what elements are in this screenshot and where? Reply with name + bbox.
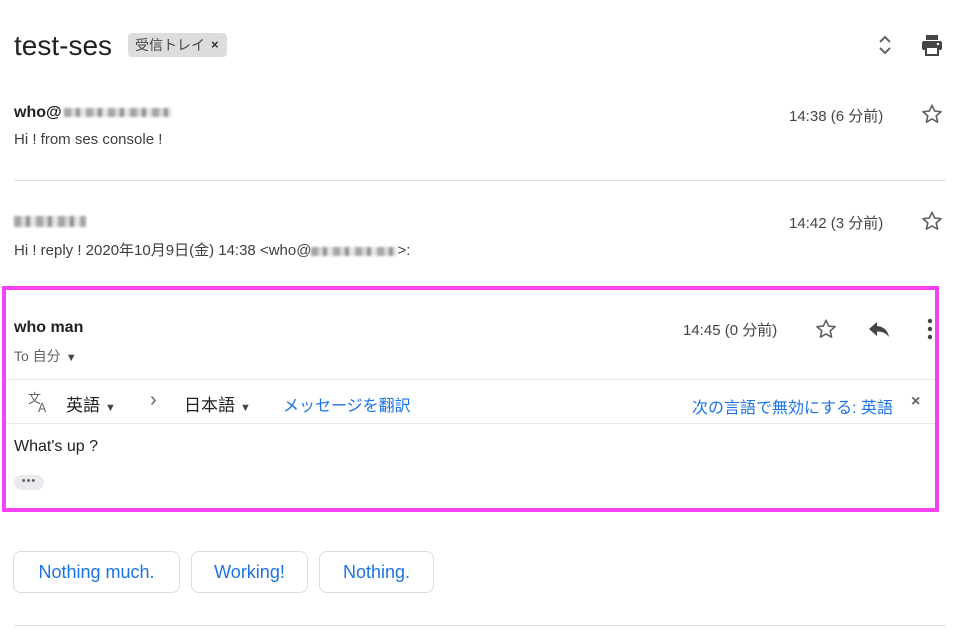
print-icon[interactable]	[918, 33, 946, 57]
redacted-email	[311, 246, 398, 256]
star-icon[interactable]	[918, 101, 946, 127]
message-snippet[interactable]: Hi ! reply ! 2020年10月9日(金) 14:38 <who@ >:	[14, 239, 410, 260]
smart-reply-nothing[interactable]: Nothing.	[319, 551, 434, 593]
snippet-text: Hi ! reply ! 2020年10月9日(金) 14:38 <who@	[14, 242, 312, 259]
message-time: 14:38 (6 分前)	[789, 108, 884, 125]
label-text: 受信トレイ	[135, 37, 205, 53]
highlight-border	[2, 286, 939, 512]
message-time: 14:42 (3 分前)	[789, 215, 884, 232]
star-icon[interactable]	[918, 208, 946, 234]
message-2-header[interactable]	[14, 213, 86, 231]
sender-name: who@	[14, 104, 62, 121]
remove-label-icon[interactable]: ×	[211, 33, 219, 57]
snippet-suffix: >:	[397, 242, 411, 259]
smart-reply-nothing-much[interactable]: Nothing much.	[13, 551, 180, 593]
message-1-header[interactable]: who@	[14, 104, 172, 122]
message-snippet[interactable]: Hi ! from ses console !	[14, 131, 162, 148]
expand-all-icon[interactable]	[873, 32, 897, 58]
redacted-email	[63, 108, 172, 118]
smart-reply-working[interactable]: Working!	[191, 551, 308, 593]
divider	[14, 180, 946, 181]
inbox-label-chip[interactable]: 受信トレイ ×	[128, 33, 227, 57]
divider	[14, 625, 946, 626]
redacted-sender	[14, 216, 86, 228]
thread-subject: test-ses	[14, 30, 113, 61]
